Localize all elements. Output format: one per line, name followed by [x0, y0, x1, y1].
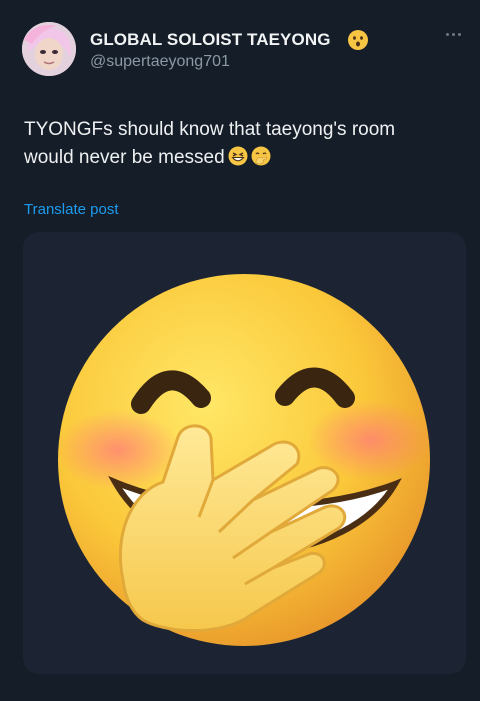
more-dot	[451, 32, 455, 36]
face-with-hand-over-mouth-icon	[56, 274, 432, 646]
face-with-open-mouth-icon	[347, 29, 369, 51]
media-image[interactable]	[23, 232, 466, 674]
tweet-text-line-1: TYONGFs should know that taeyong's room	[24, 119, 396, 140]
tweet-text: TYONGFs should know that taeyong's room …	[24, 116, 464, 172]
grinning-squinting-face-icon	[228, 146, 248, 166]
avatar[interactable]	[22, 22, 76, 76]
avatar-image	[22, 22, 76, 76]
tweet-text-line-2-wrapper: would never be messed	[24, 144, 464, 172]
display-name[interactable]: GLOBAL SOLOIST TAEYONG	[90, 30, 331, 50]
face-with-hand-over-mouth-icon	[251, 146, 271, 166]
more-dots-icon	[445, 32, 449, 36]
more-dot	[457, 32, 461, 36]
user-handle[interactable]: @supertaeyong701	[90, 53, 230, 71]
more-options-button[interactable]	[442, 26, 464, 42]
tweet-text-line-2: would never be messed	[24, 147, 225, 168]
translate-post-link[interactable]: Translate post	[24, 201, 119, 218]
